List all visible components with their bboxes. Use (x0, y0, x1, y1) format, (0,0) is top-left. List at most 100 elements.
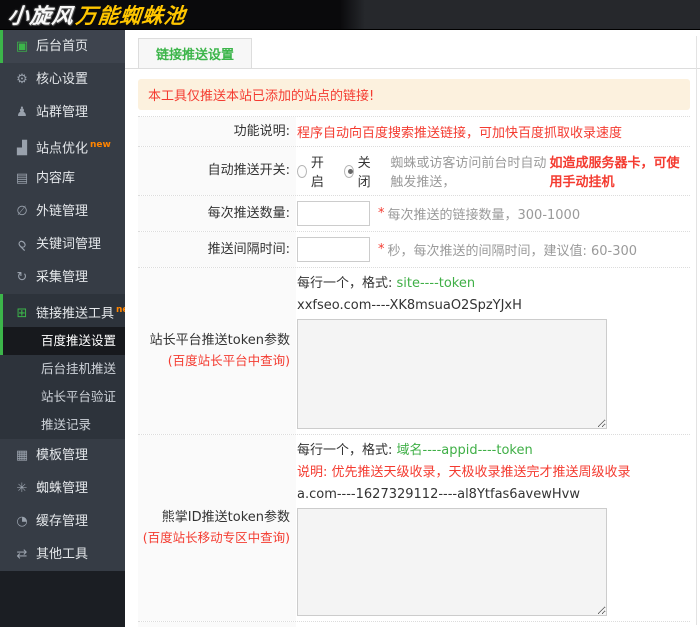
sidebar-item-link-push-tool[interactable]: ⊞链接推送工具new (0, 294, 137, 327)
sidebar-subitem-baidu-push-settings[interactable]: 百度推送设置 (0, 327, 125, 355)
feature-desc-text: 程序自动向百度搜索推送链接，可加快百度抓取收录速度 (297, 126, 623, 141)
sidebar-item-label: 采集管理 (36, 270, 89, 285)
site-token-example: xxfseo.com----XK8msuaO2SpzYJxH (297, 298, 522, 313)
actions-value: 保存设置 MBXZB.COM (296, 622, 690, 627)
site-token-label: 站长平台推送token参数 (百度站长平台中查询) (138, 268, 296, 434)
bear-token-label: 熊掌ID推送token参数 (百度站长移动专区中查询) (138, 435, 296, 621)
sidebar-subitem-push-records[interactable]: 推送记录 (0, 411, 125, 439)
sidebar-item-spider[interactable]: ✳ 蜘蛛管理 (0, 472, 125, 505)
site-token-value: 每行一个，格式: site----token xxfseo.com----XK8… (296, 268, 690, 434)
collect-refresh-icon: ↻ (16, 270, 28, 285)
auto-switch-warning: 如造成服务器卡，可使用手动挂机 (549, 156, 680, 190)
library-icon: ▤ (15, 171, 29, 186)
sidebar-item-label: 关键词管理 (36, 237, 102, 252)
sidebar-subitem-label: 站长平台验证 (41, 389, 117, 404)
spider-icon: ✳ (16, 481, 28, 496)
sidebar-item-label: 蜘蛛管理 (36, 481, 89, 496)
radio-off[interactable] (343, 164, 354, 178)
sidebar-item-collect[interactable]: ↻ 采集管理 (0, 261, 125, 294)
row-actions: 保存设置 MBXZB.COM (138, 621, 690, 627)
format-prefix: 每行一个，格式: (297, 276, 397, 291)
settings-form: 功能说明: 程序自动向百度搜索推送链接，可加快百度抓取收录速度 自动推送开关: … (138, 116, 690, 627)
monitor-icon: ▣ (15, 39, 29, 54)
push-count-value: * 每次推送的链接数量，300-1000 (296, 196, 690, 231)
sidebar-subitem-webmaster-verify[interactable]: 站长平台验证 (0, 383, 125, 411)
bear-token-format-line: 每行一个，格式: 域名----appid----token (297, 440, 533, 462)
sidebar-subitem-label: 百度推送设置 (41, 333, 117, 348)
gear-icon: ⚙ (16, 72, 28, 87)
bear-token-sublabel: (百度站长移动专区中查询) (142, 530, 290, 545)
sidebar-item-label: 站点优化 (36, 141, 89, 157)
row-push-count: 每次推送数量: * 每次推送的链接数量，300-1000 (138, 195, 690, 231)
sidebar-subitem-label: 后台挂机推送 (41, 361, 117, 376)
external-link-icon: ∅ (16, 204, 28, 219)
radio-on[interactable] (297, 164, 307, 178)
sidebar-item-label: 缓存管理 (36, 514, 89, 529)
radio-on-label[interactable]: 开启 (311, 152, 330, 190)
row-bear-token: 熊掌ID推送token参数 (百度站长移动专区中查询) 每行一个，格式: 域名-… (138, 434, 690, 621)
auto-switch-hint: 蜘蛛或访客访问前台时自动触发推送， (390, 156, 547, 190)
required-mark: * (378, 242, 385, 257)
push-interval-hint: 秒，每次推送的间隔时间，建议值: 60-300 (387, 244, 638, 259)
main-content: 链接推送设置 本工具仅推送本站已添加的站点的链接! 功能说明: 程序自动向百度搜… (125, 30, 700, 627)
push-count-hint: 每次推送的链接数量，300-1000 (387, 208, 581, 223)
tab-bar: 链接推送设置 (125, 30, 700, 69)
app-logo: 小旋风万能蜘蛛池 (6, 0, 188, 30)
format-pattern: 域名----appid----token (396, 443, 533, 458)
push-tool-icon: ⊞ (16, 306, 28, 322)
feature-label: 功能说明: (138, 117, 296, 146)
sidebar-item-cache[interactable]: ◔ 缓存管理 (0, 505, 125, 538)
push-count-label: 每次推送数量: (138, 196, 296, 231)
sidebar-item-site-optimize[interactable]: ▟ 站点优化 new (0, 129, 125, 162)
feature-value: 程序自动向百度搜索推送链接，可加快百度抓取收录速度 (296, 117, 690, 146)
sidebar-subitem-backend-hangup-push[interactable]: 后台挂机推送 (0, 355, 125, 383)
row-auto-push-switch: 自动推送开关: 开启 关闭 蜘蛛或访客访问前台时自动触发推送， 如造成服务器卡，… (138, 146, 690, 195)
push-count-input[interactable] (297, 201, 370, 226)
sidebar: ▣ 后台首页 ⚙ 核心设置 ♟ 站群管理 ▟ 站点优化 new ▤ 内容库 ∅ 外链管理 ρ关… (0, 30, 137, 627)
sidebar-item-label: 外链管理 (36, 204, 89, 219)
required-mark: * (378, 206, 385, 221)
sidebar-item-site-group[interactable]: ♟ 站群管理 (0, 96, 125, 129)
warning-notice: 本工具仅推送本站已添加的站点的链接! (138, 79, 690, 110)
push-interval-value: * 秒，每次推送的间隔时间，建议值: 60-300 (296, 232, 690, 267)
sidebar-item-label: 模板管理 (36, 448, 89, 463)
logo-text-primary: 小旋风 (6, 3, 76, 28)
sidebar-item-other-tools[interactable]: ⇄ 其他工具 (0, 538, 125, 571)
actions-label-spacer (138, 622, 296, 627)
push-interval-input[interactable] (297, 237, 370, 262)
sidebar-item-templates[interactable]: ▦ 模板管理 (0, 439, 125, 472)
sidebar-filler (0, 571, 125, 627)
site-token-textarea[interactable] (297, 319, 607, 429)
user-icon: ♟ (16, 105, 28, 120)
tools-shuffle-icon: ⇄ (16, 547, 28, 562)
sidebar-item-external-links[interactable]: ∅ 外链管理 (0, 195, 125, 228)
sidebar-item-label: 链接推送工具 (36, 306, 115, 322)
bear-token-value: 每行一个，格式: 域名----appid----token 说明: 优先推送天级… (296, 435, 690, 621)
row-push-interval: 推送间隔时间: * 秒，每次推送的间隔时间，建议值: 60-300 (138, 231, 690, 267)
sidebar-item-core-settings[interactable]: ⚙ 核心设置 (0, 63, 125, 96)
template-icon: ▦ (15, 448, 29, 463)
auto-switch-value: 开启 关闭 蜘蛛或访客访问前台时自动触发推送， 如造成服务器卡，可使用手动挂机 (296, 147, 690, 195)
bear-token-example: a.com----1627329112----al8Ytfas6avewHvw (297, 487, 580, 502)
bear-token-textarea[interactable] (297, 508, 607, 616)
new-badge: new (90, 140, 111, 150)
chart-icon: ▟ (17, 141, 27, 157)
sidebar-item-content-library[interactable]: ▤ 内容库 (0, 162, 125, 195)
push-interval-label: 推送间隔时间: (138, 232, 296, 267)
radio-off-label[interactable]: 关闭 (358, 152, 377, 190)
sidebar-item-label: 核心设置 (36, 72, 89, 87)
sidebar-item-dashboard[interactable]: ▣ 后台首页 (0, 30, 125, 63)
sidebar-item-label: 站群管理 (36, 105, 89, 120)
row-feature-description: 功能说明: 程序自动向百度搜索推送链接，可加快百度抓取收录速度 (138, 116, 690, 146)
tab-link-push-settings[interactable]: 链接推送设置 (138, 38, 253, 69)
sidebar-item-label: 内容库 (36, 171, 76, 186)
sidebar-item-label: 其他工具 (36, 547, 89, 562)
auto-switch-label: 自动推送开关: (138, 147, 296, 195)
site-token-format-line: 每行一个，格式: site----token (297, 273, 475, 295)
logo-text-secondary: 万能蜘蛛池 (74, 3, 188, 28)
cache-timer-icon: ◔ (16, 514, 28, 529)
format-pattern: site----token (396, 276, 476, 291)
sidebar-item-keywords[interactable]: ρ 关键词管理 (0, 228, 125, 261)
sidebar-item-label: 后台首页 (36, 39, 89, 54)
format-prefix: 每行一个，格式: (297, 443, 397, 458)
